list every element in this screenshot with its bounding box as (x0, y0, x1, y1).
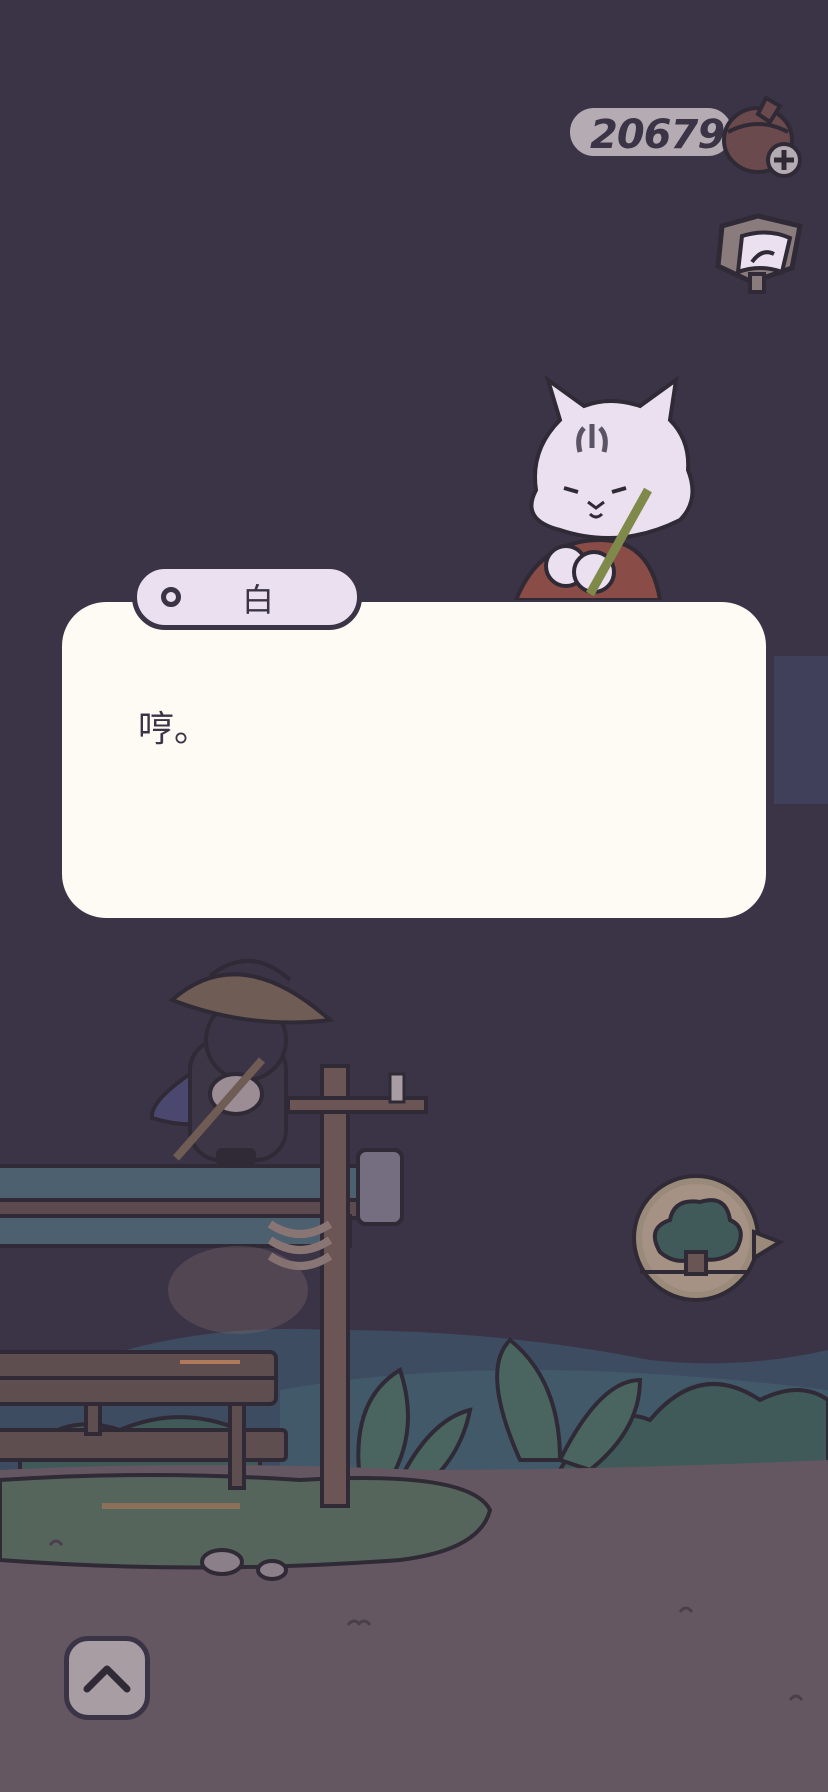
dialogue-box[interactable] (62, 602, 766, 918)
speaker-name: 白 (242, 581, 275, 619)
expand-menu-button[interactable] (64, 1636, 150, 1720)
acorn-amount: 20679 (590, 112, 725, 158)
acorn-icon[interactable] (722, 92, 808, 184)
game-scene[interactable]: 20679 哼。 白 (0, 0, 828, 1792)
speaker-name-tab: 白 (132, 564, 362, 630)
tree-icon[interactable] (630, 1172, 786, 1306)
dialogue-text: 哼。 (138, 709, 211, 750)
speaker-dot-icon (161, 587, 181, 607)
plus-icon[interactable] (766, 142, 802, 178)
acorn-counter[interactable]: 20679 (566, 104, 736, 160)
side-panel-tab[interactable] (774, 656, 828, 804)
chevron-up-icon (83, 1665, 131, 1693)
journal-icon[interactable] (712, 212, 808, 296)
